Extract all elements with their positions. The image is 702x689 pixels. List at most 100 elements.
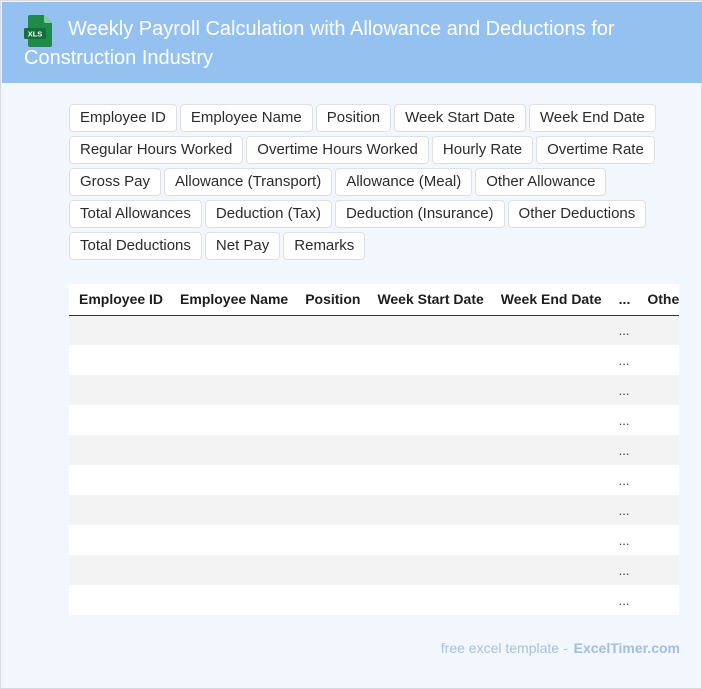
field-list: Employee ID Employee Name Position Week Sta… xyxy=(69,104,659,260)
column-header: Position xyxy=(295,284,368,316)
table-cell[interactable] xyxy=(367,585,491,615)
table-cell[interactable] xyxy=(637,525,679,555)
table-cell[interactable] xyxy=(367,405,491,435)
table-cell[interactable] xyxy=(637,495,679,525)
table-cell[interactable] xyxy=(367,495,491,525)
table-cell[interactable] xyxy=(367,345,491,375)
table-cell[interactable] xyxy=(367,315,491,345)
table-cell[interactable] xyxy=(490,315,609,345)
table-cell[interactable] xyxy=(637,435,679,465)
table-cell[interactable] xyxy=(69,375,171,405)
table-cell[interactable] xyxy=(637,345,679,375)
column-header: Other Deductions xyxy=(637,284,679,316)
table-cell[interactable] xyxy=(490,345,609,375)
table-row: ... xyxy=(69,405,679,435)
table-row: ... xyxy=(69,375,679,405)
table-cell[interactable] xyxy=(69,345,171,375)
data-table-container: Employee ID Employee Name Position Week Sta… xyxy=(69,284,679,615)
column-header: Week Start Date xyxy=(367,284,491,316)
table-cell[interactable] xyxy=(490,375,609,405)
field-chip: Employee Name xyxy=(179,104,313,132)
table-header-row: Employee ID Employee Name Position Week Sta… xyxy=(69,284,679,316)
table-cell[interactable] xyxy=(295,435,368,465)
table-row: ... xyxy=(69,345,679,375)
table-cell[interactable] xyxy=(170,345,296,375)
field-chip: Net Pay xyxy=(204,232,281,260)
table-cell[interactable] xyxy=(69,495,171,525)
field-chip: Overtime Rate xyxy=(536,136,655,164)
table-row: ... xyxy=(69,315,679,345)
table-cell[interactable] xyxy=(170,465,296,495)
field-chip: Allowance (Meal) xyxy=(335,168,473,196)
table-cell[interactable] xyxy=(170,315,296,345)
table-row: ... xyxy=(69,465,679,495)
table-cell[interactable]: ... xyxy=(608,345,638,375)
table-cell[interactable] xyxy=(69,585,171,615)
table-cell[interactable] xyxy=(170,525,296,555)
table-cell[interactable] xyxy=(69,525,171,555)
field-chip: Week Start Date xyxy=(394,104,526,132)
table-cell[interactable] xyxy=(490,405,609,435)
field-chip: Gross Pay xyxy=(69,168,162,196)
table-cell[interactable] xyxy=(367,465,491,495)
table-cell[interactable] xyxy=(295,375,368,405)
field-chip: Overtime Hours Worked xyxy=(246,136,429,164)
table-cell[interactable] xyxy=(367,435,491,465)
table-cell[interactable] xyxy=(170,435,296,465)
table-cell[interactable]: ... xyxy=(608,405,638,435)
table-cell[interactable] xyxy=(637,405,679,435)
table-cell[interactable] xyxy=(69,555,171,585)
table-cell[interactable] xyxy=(637,465,679,495)
field-chip: Employee ID xyxy=(69,104,177,132)
table-cell[interactable] xyxy=(295,345,368,375)
table-cell[interactable] xyxy=(69,435,171,465)
table-cell[interactable] xyxy=(170,585,296,615)
table-row: ... xyxy=(69,435,679,465)
table-cell[interactable]: ... xyxy=(608,375,638,405)
table-cell[interactable] xyxy=(637,315,679,345)
table-cell[interactable] xyxy=(69,405,171,435)
table-cell[interactable] xyxy=(295,405,368,435)
table-cell[interactable]: ... xyxy=(608,495,638,525)
field-chip: Regular Hours Worked xyxy=(69,136,244,164)
table-cell[interactable] xyxy=(295,315,368,345)
footer-brand-link[interactable]: ExcelTimer.com xyxy=(574,640,680,656)
table-cell[interactable]: ... xyxy=(608,585,638,615)
table-cell[interactable]: ... xyxy=(608,465,638,495)
table-cell[interactable] xyxy=(170,555,296,585)
table-cell[interactable] xyxy=(170,495,296,525)
table-cell[interactable] xyxy=(490,555,609,585)
table-cell[interactable] xyxy=(637,555,679,585)
footer-text: free excel template - xyxy=(440,640,568,656)
table-cell[interactable] xyxy=(170,375,296,405)
table-cell[interactable] xyxy=(295,495,368,525)
table-cell[interactable] xyxy=(295,555,368,585)
table-row: ... xyxy=(69,585,679,615)
table-cell[interactable] xyxy=(490,435,609,465)
table-cell[interactable] xyxy=(490,465,609,495)
table-cell[interactable] xyxy=(490,585,609,615)
table-cell[interactable] xyxy=(490,495,609,525)
table-cell[interactable]: ... xyxy=(608,555,638,585)
table-cell[interactable] xyxy=(490,525,609,555)
table-cell[interactable] xyxy=(295,465,368,495)
table-cell[interactable] xyxy=(637,375,679,405)
table-cell[interactable] xyxy=(367,555,491,585)
table-cell[interactable]: ... xyxy=(608,525,638,555)
table-cell[interactable] xyxy=(295,585,368,615)
table-cell[interactable] xyxy=(367,525,491,555)
table-cell[interactable] xyxy=(69,315,171,345)
field-chip: Total Deductions xyxy=(69,232,202,260)
field-chip: Allowance (Transport) xyxy=(164,168,333,196)
table-cell[interactable] xyxy=(170,405,296,435)
data-table: Employee ID Employee Name Position Week Sta… xyxy=(69,284,679,615)
table-cell[interactable] xyxy=(69,465,171,495)
table-cell[interactable]: ... xyxy=(608,435,638,465)
field-chip: Total Allowances xyxy=(69,200,202,228)
table-cell[interactable]: ... xyxy=(608,315,638,345)
table-cell[interactable] xyxy=(295,525,368,555)
column-header: ... xyxy=(608,284,638,316)
page-frame: XLS Weekly Payroll Calculation with Allo… xyxy=(0,0,702,689)
table-cell[interactable] xyxy=(367,375,491,405)
table-cell[interactable] xyxy=(637,585,679,615)
